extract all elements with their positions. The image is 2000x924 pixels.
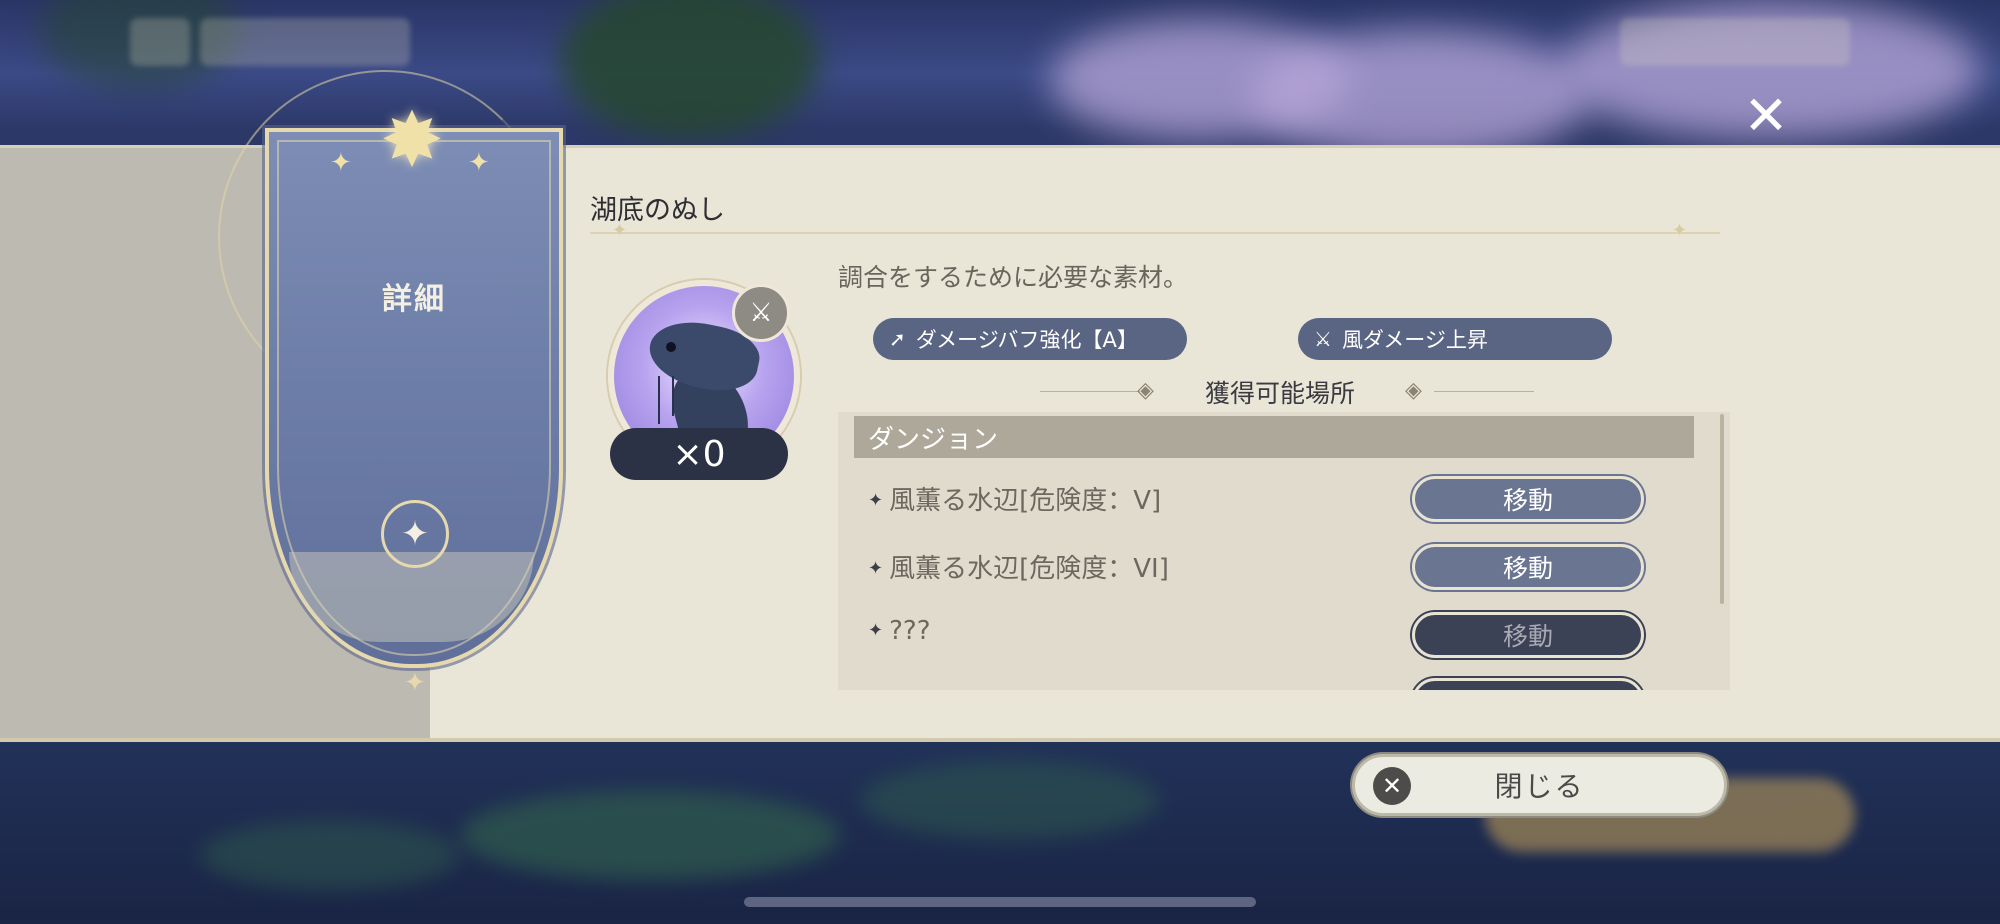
sparkle-arrow-icon: ➚ <box>889 327 906 351</box>
close-icon[interactable]: ✕ <box>1740 89 1792 143</box>
wind-sword-icon: ⚔ <box>1314 327 1332 351</box>
move-button[interactable]: 移動 <box>1412 612 1644 658</box>
close-button[interactable]: ✕ 閉じる <box>1352 754 1727 816</box>
effect-tag: ⚔ 風ダメージ上昇 <box>1298 318 1612 360</box>
location-label: 風薫る水辺[危険度：VI] <box>889 554 1169 584</box>
sparkle-icon: ✦ <box>468 148 490 178</box>
bullet-icon: ✦ <box>868 620 884 641</box>
detail-banner: 詳細 ✦ <box>265 128 563 668</box>
divider-ornament-icon: ✦ <box>612 220 628 241</box>
close-circle-icon: ✕ <box>1373 767 1411 805</box>
star-emblem-icon: ✦ <box>381 500 449 568</box>
diamond-ornament-icon: ◈ <box>1137 378 1154 403</box>
close-button-label: 閉じる <box>1494 770 1585 803</box>
sparkle-icon: ✦ <box>330 148 352 178</box>
location-label: ??? <box>889 616 931 646</box>
locations-header: 獲得可能場所 <box>1205 379 1356 408</box>
title-divider <box>590 232 1720 234</box>
location-row: ✦ 風薫る水辺[危険度：VI] <box>868 548 1169 585</box>
location-label: 風薫る水辺[危険度：V] <box>889 486 1162 516</box>
location-row: ✦ 風薫る水辺[危険度：V] <box>868 480 1161 517</box>
effect-tag-label: ダメージバフ強化【A】 <box>915 328 1138 352</box>
sparkle-icon: ✦ <box>404 668 426 698</box>
move-button[interactable]: 移動 <box>1412 476 1644 522</box>
item-count: ×0 <box>610 428 788 480</box>
location-row: ✦??? <box>868 616 931 646</box>
bullet-icon: ✦ <box>868 490 884 511</box>
move-button[interactable]: 移動 <box>1412 544 1644 590</box>
divider-ornament-icon: ✦ <box>1672 220 1688 241</box>
list-category-header: ダンジョン <box>854 416 1694 458</box>
effect-tag: ➚ ダメージバフ強化【A】 <box>873 318 1187 360</box>
item-description: 調合をするために必要な素材。 <box>838 263 1189 292</box>
compass-star-icon: ✸ <box>380 95 444 184</box>
move-button-partial[interactable] <box>1412 678 1644 690</box>
location-list[interactable]: ダンジョン ✦ 風薫る水辺[危険度：V] 移動 ✦ 風薫る水辺[危険度：VI] 移動… <box>838 412 1730 690</box>
diamond-ornament-icon: ◈ <box>1405 378 1422 403</box>
effect-tag-label: 風ダメージ上昇 <box>1341 328 1488 352</box>
element-wind-icon: ⚔ <box>732 284 790 342</box>
bullet-icon: ✦ <box>868 558 884 579</box>
item-name: 湖底のぬし <box>590 195 725 226</box>
list-scrollbar[interactable] <box>1720 414 1724 604</box>
home-indicator[interactable] <box>744 897 1256 907</box>
banner-title: 詳細 <box>382 282 446 317</box>
